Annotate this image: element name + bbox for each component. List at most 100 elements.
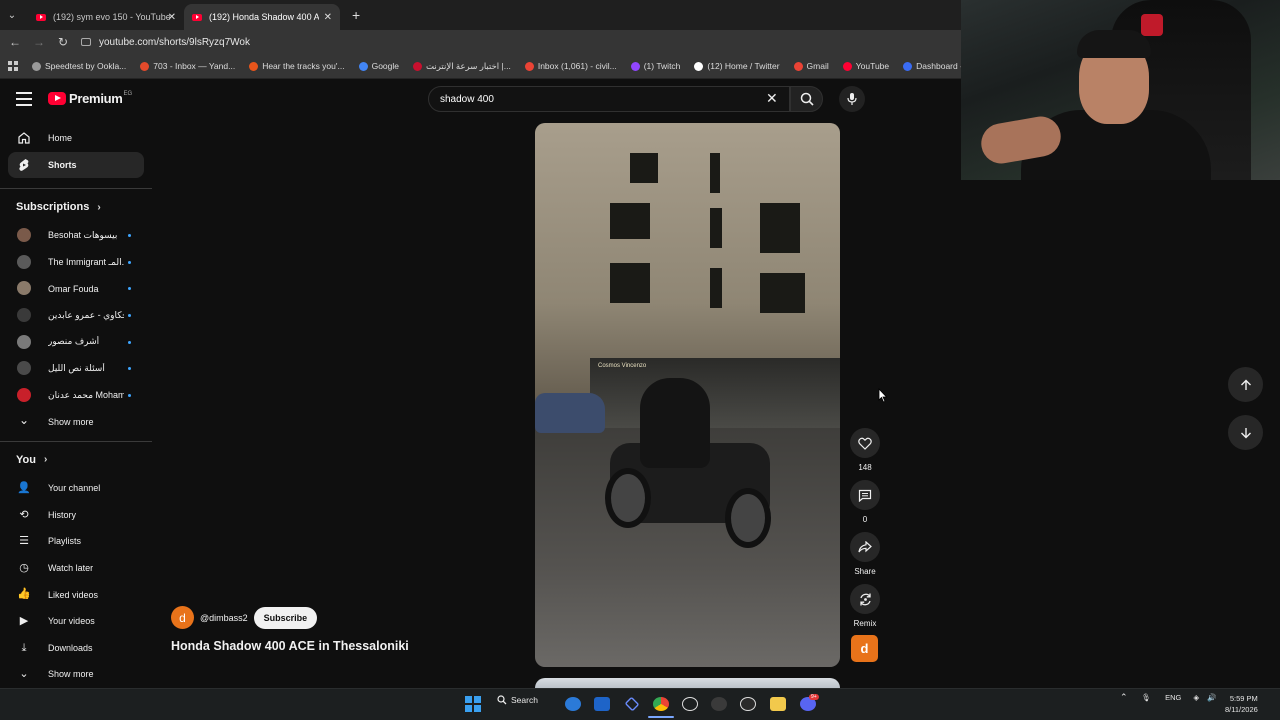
voice-search-button[interactable] bbox=[839, 86, 865, 112]
hamburger-menu-icon[interactable] bbox=[16, 92, 32, 106]
tab-search-chevron-icon[interactable]: ⌄ bbox=[0, 10, 24, 21]
language-indicator[interactable]: ENG bbox=[1165, 693, 1181, 702]
bookmark-label: Hear the tracks you'... bbox=[262, 61, 345, 71]
share-button[interactable] bbox=[850, 532, 880, 562]
back-arrow-icon[interactable]: ← bbox=[3, 35, 27, 49]
sidebar-item-you-1[interactable]: ⟲ History bbox=[0, 502, 152, 529]
bookmark-label: اختبار سرعة الإنترنت |... bbox=[426, 60, 511, 71]
share-action[interactable]: Share bbox=[850, 532, 880, 576]
your-videos-icon: ▶ bbox=[19, 614, 29, 627]
site-info-icon[interactable] bbox=[81, 38, 91, 46]
previous-short-button[interactable] bbox=[1228, 367, 1263, 402]
taskbar-clock[interactable]: 5:59 PM 8/11/2026 bbox=[1225, 693, 1258, 715]
subscribe-button[interactable]: Subscribe bbox=[253, 606, 318, 629]
sidebar-subscription-item[interactable]: أشرف منصور bbox=[0, 329, 152, 356]
sidebar-item-shorts[interactable]: Shorts bbox=[8, 151, 144, 179]
arrow-up-icon bbox=[1240, 379, 1251, 390]
bookmark-item[interactable]: Gmail bbox=[793, 61, 829, 72]
sidebar-item-home[interactable]: Home bbox=[0, 125, 152, 152]
channel-avatar bbox=[17, 387, 31, 402]
new-content-dot bbox=[128, 287, 131, 291]
sidebar-item-label: Playlists bbox=[48, 536, 82, 547]
bookmark-item[interactable]: Hear the tracks you'... bbox=[249, 61, 345, 72]
sidebar-item-you-2[interactable]: ☰ Playlists bbox=[0, 528, 152, 555]
sidebar-item-label: Downloads bbox=[48, 642, 93, 653]
video-window bbox=[710, 208, 722, 248]
video-wheel bbox=[725, 488, 771, 548]
remix-button[interactable] bbox=[850, 584, 880, 614]
search-input[interactable]: shadow 400 bbox=[428, 86, 790, 112]
4k-app-icon[interactable] bbox=[711, 697, 727, 711]
chrome-icon[interactable] bbox=[653, 697, 669, 711]
search-value: shadow 400 bbox=[440, 93, 494, 105]
windows-start-icon[interactable] bbox=[465, 696, 481, 712]
sidebar-subscription-item[interactable]: حكاوي - عمرو عابدين bbox=[0, 302, 152, 329]
youtube-premium-logo[interactable]: Premium EG bbox=[48, 91, 132, 106]
sidebar-item-you-6[interactable]: ⤓ Downloads bbox=[0, 635, 152, 662]
sound-channel-avatar[interactable]: d bbox=[851, 635, 878, 662]
url-field[interactable]: youtube.com/shorts/9lsRyzq7Wok bbox=[81, 37, 250, 48]
bookmark-item[interactable]: Speedtest by Ookla... bbox=[32, 61, 126, 72]
search-button[interactable] bbox=[790, 86, 823, 112]
network-icon[interactable]: ◈ bbox=[1193, 693, 1199, 702]
video-window bbox=[630, 153, 658, 183]
steam-icon[interactable] bbox=[682, 697, 698, 711]
bookmark-item[interactable]: اختبار سرعة الإنترنت |... bbox=[413, 61, 511, 72]
file-explorer-icon[interactable] bbox=[770, 697, 786, 711]
like-button[interactable] bbox=[850, 428, 880, 458]
heart-icon bbox=[858, 437, 872, 450]
sidebar-item-you-5[interactable]: ▶ Your videos bbox=[0, 608, 152, 635]
browser-tab-2[interactable]: (192) Honda Shadow 400 ACE ✕ bbox=[184, 4, 340, 30]
microphone-icon[interactable]: 🎙 bbox=[1142, 693, 1152, 702]
bookmark-item[interactable]: 703 - Inbox — Yand... bbox=[140, 61, 235, 72]
remix-action[interactable]: Remix bbox=[850, 584, 880, 628]
taskbar-search-button[interactable]: Search bbox=[497, 695, 538, 705]
sidebar-item-label: Liked videos bbox=[48, 589, 99, 600]
sidebar-subscription-item[interactable]: Besohat بيسوهات bbox=[0, 222, 152, 249]
sidebar-subscription-item[interactable]: The Immigrant المـ... bbox=[0, 249, 152, 276]
forward-arrow-icon[interactable]: → bbox=[27, 35, 51, 49]
shorts-video-player[interactable]: Cosmos Vincenzo bbox=[535, 123, 840, 667]
comment-action[interactable]: 0 bbox=[850, 480, 880, 524]
edge-browser-icon[interactable] bbox=[565, 697, 581, 711]
sidebar-show-more-subscriptions[interactable]: ⌄ Show more bbox=[0, 408, 152, 435]
wordpress-icon[interactable] bbox=[740, 697, 756, 711]
remix-icon bbox=[859, 593, 871, 605]
outlook-icon[interactable] bbox=[594, 697, 610, 711]
bookmark-item[interactable]: Dashboard - Restre... bbox=[903, 61, 961, 72]
bookmark-item[interactable]: Inbox (1,061) - civil... bbox=[524, 61, 617, 72]
next-short-button[interactable] bbox=[1228, 415, 1263, 450]
sidebar-subscription-item[interactable]: أسئلة نص الليل bbox=[0, 355, 152, 382]
clear-search-icon[interactable]: ✕ bbox=[766, 90, 778, 107]
like-action[interactable]: 148 bbox=[850, 428, 880, 472]
sidebar-item-you-0[interactable]: 👤 Your channel bbox=[0, 475, 152, 502]
new-tab-button[interactable]: + bbox=[352, 7, 360, 23]
channel-avatar bbox=[17, 254, 31, 269]
reload-icon[interactable]: ↻ bbox=[51, 35, 75, 49]
tray-chevron-up-icon[interactable]: ⌃ bbox=[1120, 692, 1128, 703]
sidebar-item-label: محمد عدنان Moham... bbox=[48, 389, 124, 400]
browser-tab-1[interactable]: (192) sym evo 150 - YouTube ✕ bbox=[28, 4, 184, 30]
webcam-overlay bbox=[961, 0, 1280, 180]
volume-icon[interactable]: 🔊 bbox=[1207, 693, 1216, 702]
channel-avatar[interactable]: d bbox=[171, 606, 194, 629]
video-title[interactable]: Honda Shadow 400 ACE in Thessaloniki bbox=[171, 639, 409, 653]
sidebar-item-label: History bbox=[48, 509, 77, 520]
bookmark-item[interactable]: (1) Twitch bbox=[630, 61, 680, 72]
apps-grid-icon[interactable] bbox=[8, 61, 18, 71]
bookmark-item[interactable]: (12) Home / Twitter bbox=[694, 61, 780, 72]
bookmark-item[interactable]: YouTube bbox=[842, 61, 889, 72]
sidebar-subscription-item[interactable]: Omar Fouda bbox=[0, 275, 152, 302]
close-tab-icon[interactable]: ✕ bbox=[168, 12, 176, 23]
close-tab-icon[interactable]: ✕ bbox=[324, 12, 332, 23]
sidebar-item-you-7[interactable]: ⌄ Show more bbox=[0, 661, 152, 688]
sidebar-item-you-4[interactable]: 👍 Liked videos bbox=[0, 581, 152, 608]
subscriptions-header[interactable]: Subscriptions › bbox=[0, 192, 152, 222]
sidebar-item-you-3[interactable]: ◷ Watch later bbox=[0, 555, 152, 582]
you-header[interactable]: You › bbox=[0, 445, 152, 475]
channel-name[interactable]: @dimbass2 bbox=[200, 613, 248, 623]
bookmark-item[interactable]: Google bbox=[358, 61, 399, 72]
like-count: 148 bbox=[858, 463, 872, 472]
comments-button[interactable] bbox=[850, 480, 880, 510]
sidebar-subscription-item[interactable]: محمد عدنان Moham... bbox=[0, 382, 152, 409]
